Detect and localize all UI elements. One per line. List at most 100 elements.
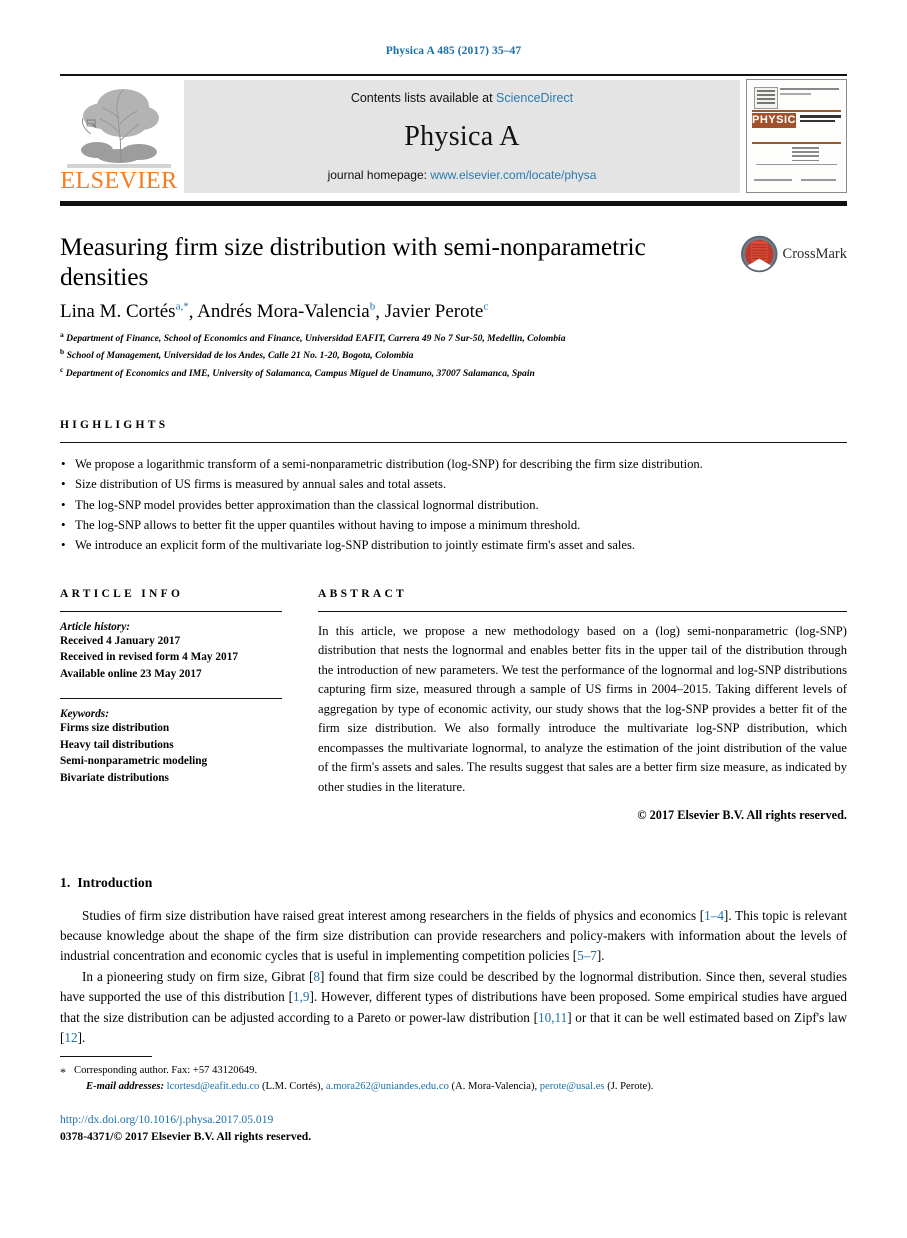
section-heading: 1. Introduction [60,875,847,891]
crossmark-badge[interactable]: CrossMark [741,234,847,274]
footnote-star-marker: * [60,1065,66,1079]
crossmark-label: CrossMark [782,245,847,262]
history-item: Available online 23 May 2017 [60,667,202,680]
email-link[interactable]: perote@usal.es [540,1081,605,1092]
list-item: The log-SNP model provides better approx… [60,494,847,515]
keyword-item: Bivariate distributions [60,771,169,784]
homepage-prefix: journal homepage: [327,168,427,182]
affiliation-text: School of Management, Universidad de los… [66,350,414,362]
section-title: Introduction [77,874,153,890]
abstract-body: In this article, we propose a new method… [318,623,847,794]
elsevier-wordmark: ELSEVIER [60,168,178,194]
info-abstract-row: ARTICLE INFO Article history: Received 4… [60,588,847,823]
cover-subtitle [800,115,841,124]
journal-title: Physica A [404,120,520,152]
introduction-paragraph-1: Studies of firm size distribution have r… [60,906,847,967]
introduction-section: 1. Introduction Studies of firm size dis… [60,875,847,1049]
highlights-list: We propose a logarithmic transform of a … [60,453,847,556]
introduction-paragraph-2: In a pioneering study on firm size, Gibr… [60,967,847,1049]
author-name: Lina M. Cortés [60,300,176,322]
email-link[interactable]: a.mora262@uniandes.edu.co [326,1081,449,1092]
abstract-heading: ABSTRACT [318,587,408,600]
issn-copyright-line: 0378-4371/© 2017 Elsevier B.V. All right… [60,1129,312,1143]
elsevier-logo: ELSEVIER [60,76,178,199]
footnote-block: * Corresponding author. Fax: +57 4312064… [60,1056,847,1096]
affiliation-text: Department of Economics and IME, Univers… [65,367,535,379]
para-text: ]. [77,1030,86,1046]
list-item: Size distribution of US firms is measure… [60,473,847,494]
affiliation-item: b School of Management, Universidad de l… [60,346,847,363]
elsevier-tree-icon [67,80,171,168]
article-info-section: ARTICLE INFO Article history: Received 4… [60,588,282,823]
corresponding-author-note: * Corresponding author. Fax: +57 4312064… [60,1063,847,1079]
para-text: ]. [596,948,605,964]
title-block: CrossMark Measuring firm size distributi… [60,232,847,381]
publication-footer: http://dx.doi.org/10.1016/j.physa.2017.0… [60,1112,311,1146]
article-page: Physica A 485 (2017) 35–47 ELSEVIER Cont… [0,0,907,1238]
sciencedirect-link[interactable]: ScienceDirect [496,91,573,105]
section-number: 1. [60,874,71,890]
highlights-section: HIGHLIGHTS We propose a logarithmic tran… [60,419,847,556]
keyword-item: Firms size distribution [60,722,170,735]
journal-homepage-link[interactable]: www.elsevier.com/locate/physa [430,168,596,182]
journal-masthead: ELSEVIER Contents lists available at Sci… [60,74,847,199]
citation-ref[interactable]: 5–7 [577,948,597,963]
article-history-label: Article history: [60,620,130,633]
list-item: We propose a logarithmic transform of a … [60,453,847,474]
citation-ref[interactable]: 12 [64,1030,77,1045]
affiliation-list: a Department of Finance, School of Econo… [60,329,847,381]
author-marks: a,* [175,300,189,313]
journal-band: Contents lists available at ScienceDirec… [184,80,740,193]
affiliation-text: Department of Finance, School of Economi… [66,332,566,344]
footnote-divider [60,1056,152,1057]
article-info-divider [60,610,282,612]
author-entry: Javier Perotec [385,301,489,322]
author-marks: c [483,300,489,313]
para-text: Studies of firm size distribution have r… [82,907,705,923]
email-owner: (A. Mora-Valencia) [451,1081,535,1093]
author-name: Javier Perote [384,300,484,322]
author-entry: Andrés Mora-Valenciab [197,301,375,322]
history-item: Received 4 January 2017 [60,634,181,647]
author-marks: b [369,300,376,313]
corresponding-author-text: Corresponding author. Fax: +57 43120649. [74,1065,258,1076]
list-item: We introduce an explicit form of the mul… [60,534,847,555]
para-text: In a pioneering study on firm size, Gibr… [82,968,314,984]
contents-prefix: Contents lists available at [350,91,493,105]
affiliation-mark: a [60,329,64,339]
affiliation-mark: b [60,347,65,357]
keywords-divider [60,698,282,700]
crossmark-icon [741,235,778,273]
citation-ref[interactable]: 1,9 [293,989,309,1004]
abstract-section: ABSTRACT In this article, we propose a n… [318,588,847,823]
list-item: The log-SNP allows to better fit the upp… [60,514,847,535]
running-head: Physica A 485 (2017) 35–47 [385,45,522,57]
email-label: E-mail addresses: [86,1081,164,1093]
history-item: Received in revised form 4 May 2017 [60,651,238,664]
email-link[interactable]: lcortesd@eafit.edu.co [167,1081,260,1092]
keyword-item: Semi-nonparametric modeling [60,755,208,768]
highlights-heading: HIGHLIGHTS [60,418,169,431]
doi-link[interactable]: http://dx.doi.org/10.1016/j.physa.2017.0… [60,1112,311,1129]
contents-available-line: Contents lists available at ScienceDirec… [351,91,573,105]
keywords-block: Keywords: Firms size distribution Heavy … [60,698,282,786]
email-addresses-note: E-mail addresses: lcortesd@eafit.edu.co … [86,1081,654,1093]
keyword-item: Heavy tail distributions [60,738,174,751]
cover-journal-title: PHYSICA [752,113,805,128]
journal-homepage-line: journal homepage: www.elsevier.com/locat… [328,168,597,182]
abstract-divider [318,610,847,612]
affiliation-item: a Department of Finance, School of Econo… [60,329,847,346]
author-name: Andrés Mora-Valencia [197,300,370,322]
journal-cover-thumbnail: PHYSICA [746,79,847,193]
citation-ref[interactable]: 10,11 [538,1010,567,1025]
abstract-copyright: © 2017 Elsevier B.V. All rights reserved… [637,807,847,822]
keywords-label: Keywords: [60,708,109,721]
affiliation-mark: c [60,364,64,374]
author-list: Lina M. Cortésa,*, Andrés Mora-Valenciab… [60,300,489,322]
affiliation-item: c Department of Economics and IME, Unive… [60,364,847,381]
page-title: Measuring firm size distribution with se… [60,232,646,291]
email-owner: (J. Perote) [607,1081,651,1093]
masthead-divider [60,201,847,206]
article-info-heading: ARTICLE INFO [60,587,184,600]
citation-ref[interactable]: 1–4 [704,908,724,923]
